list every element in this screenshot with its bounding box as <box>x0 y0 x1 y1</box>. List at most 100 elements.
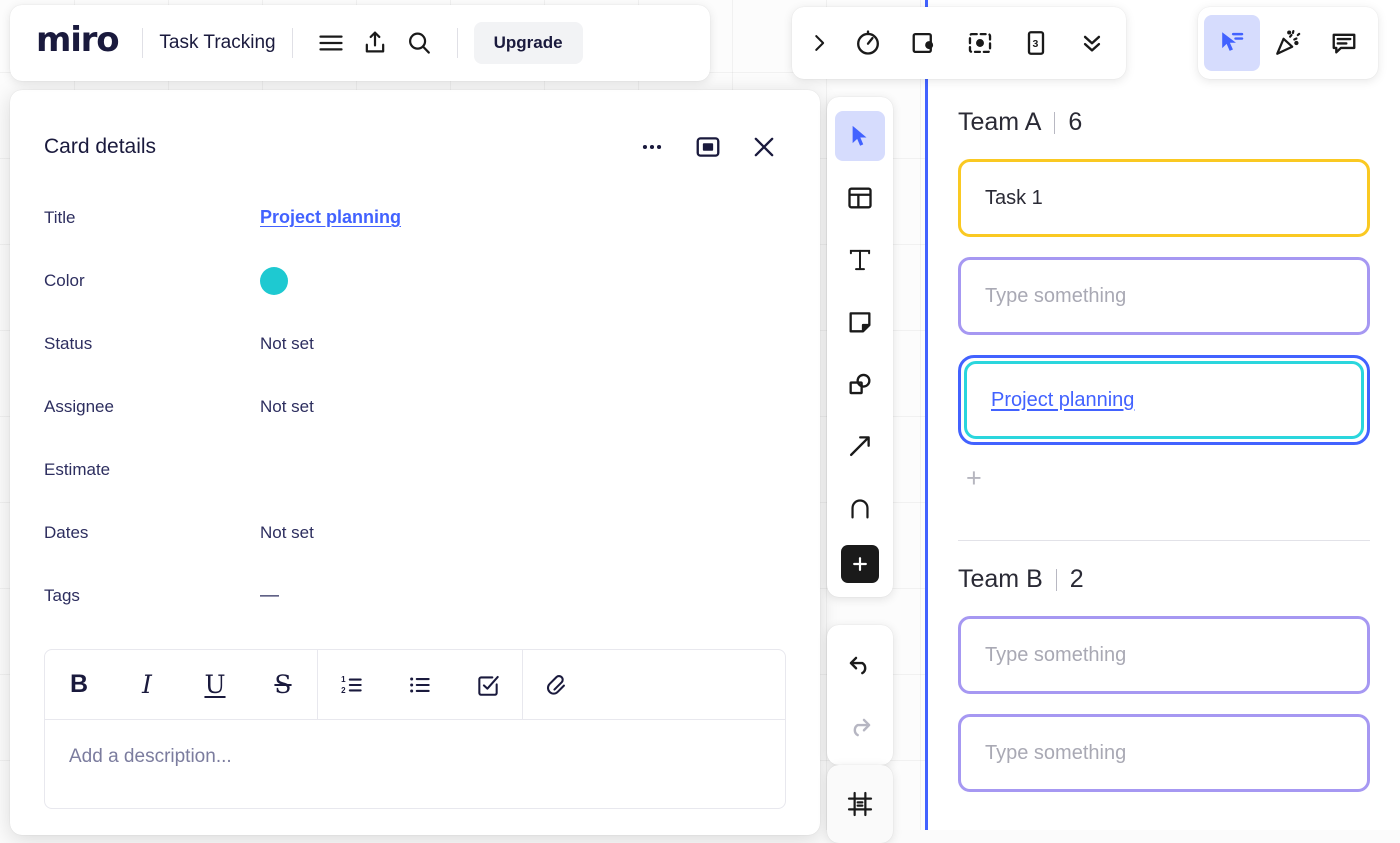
field-value-tags[interactable]: — <box>260 585 279 607</box>
history-toolbar <box>827 625 893 765</box>
spotlight-focus-icon[interactable] <box>952 15 1008 71</box>
group-card-list: Task 1 Type something Project planning + <box>958 159 1370 498</box>
bullet-list-icon[interactable] <box>386 650 454 720</box>
group-title-separator <box>1054 112 1055 134</box>
card-details-panel: Card details TitleProject planning Color S… <box>10 90 820 835</box>
group-divider <box>958 540 1370 541</box>
svg-text:1: 1 <box>341 675 346 684</box>
undo-arrow-icon[interactable] <box>835 639 885 689</box>
search-icon[interactable] <box>397 21 441 65</box>
link-icon[interactable] <box>523 650 591 720</box>
templates-icon[interactable] <box>835 173 885 223</box>
field-row-tags: Tags— <box>44 564 786 627</box>
board-group-2: Team B 2 Type something Type something <box>958 540 1370 812</box>
board-card-text: Project planning <box>991 389 1134 412</box>
hamburger-menu-icon[interactable] <box>309 21 353 65</box>
collaboration-toolbar-left: 3 <box>792 7 1126 79</box>
checklist-icon[interactable] <box>454 650 522 720</box>
group-card-list: Type something Type something <box>958 616 1370 792</box>
card-counter-label: 3 <box>1033 38 1039 50</box>
timer-icon[interactable] <box>840 15 896 71</box>
field-label-estimate: Estimate <box>44 460 260 480</box>
format-toolbar: B I U S 1 2 <box>45 650 785 720</box>
group-name: Team B <box>958 565 1043 594</box>
shapes-icon[interactable] <box>835 359 885 409</box>
numbered-list-icon[interactable]: 1 2 <box>318 650 386 720</box>
close-x-icon[interactable] <box>742 125 786 169</box>
voting-icon[interactable] <box>896 15 952 71</box>
board-card-text: Type something <box>985 742 1126 765</box>
board-card[interactable]: Task 1 <box>958 159 1370 237</box>
header-divider-1 <box>142 28 143 58</box>
celebrate-party-icon[interactable] <box>1260 15 1316 71</box>
redo-arrow-icon[interactable] <box>835 701 885 751</box>
board-frame-content: Team A6 Task 1 Type something Project plann… <box>928 0 1400 830</box>
board-card[interactable]: Type something <box>958 714 1370 792</box>
share-upload-icon[interactable] <box>353 21 397 65</box>
italic-icon[interactable]: I <box>113 650 181 720</box>
creation-toolbar <box>827 97 893 597</box>
group-title-separator <box>1056 569 1057 591</box>
pen-draw-icon[interactable] <box>835 483 885 533</box>
expand-panel-icon[interactable] <box>686 125 730 169</box>
board-card[interactable]: Type something <box>958 616 1370 694</box>
chevron-right-icon[interactable] <box>798 15 840 71</box>
field-value-status[interactable]: Not set <box>260 334 314 354</box>
selection-outline: Project planning <box>958 355 1370 445</box>
ellipsis-icon[interactable] <box>630 125 674 169</box>
board-card[interactable]: Project planning <box>964 361 1364 439</box>
collaboration-toolbar-right <box>1198 7 1378 79</box>
field-label-tags: Tags <box>44 586 260 606</box>
cursor-share-icon[interactable] <box>1204 15 1260 71</box>
text-icon[interactable] <box>835 235 885 285</box>
board-title[interactable]: Task Tracking <box>159 32 275 54</box>
card-title-link[interactable]: Project planning <box>260 207 401 228</box>
field-label-color: Color <box>44 271 260 291</box>
field-label-title: Title <box>44 208 260 228</box>
field-label-assignee: Assignee <box>44 397 260 417</box>
board-card-text: Type something <box>985 644 1126 667</box>
cursor-select-icon[interactable] <box>835 111 885 161</box>
description-editor: B I U S 1 2 <box>44 649 786 809</box>
field-label-dates: Dates <box>44 523 260 543</box>
group-name: Team A <box>958 108 1041 137</box>
board-card-text: Task 1 <box>985 187 1043 210</box>
card-details-header: Card details <box>10 90 820 174</box>
card-details-title: Card details <box>44 135 618 159</box>
frame-icon[interactable] <box>835 779 885 829</box>
board-header-bar: miro Task Tracking Upgrade <box>10 5 710 81</box>
comments-icon[interactable] <box>1316 15 1372 71</box>
strikethrough-icon[interactable]: S <box>249 650 317 720</box>
field-row-assignee: AssigneeNot set <box>44 375 786 438</box>
header-divider-3 <box>457 28 458 58</box>
more-apps-plus-icon[interactable] <box>841 545 879 583</box>
board-card-text: Type something <box>985 285 1126 308</box>
field-row-estimate: Estimate <box>44 438 786 501</box>
field-row-dates: DatesNot set <box>44 501 786 564</box>
board-card[interactable]: Type something <box>958 257 1370 335</box>
miro-logo[interactable]: miro <box>28 23 126 63</box>
board-group-1: Team A6 Task 1 Type something Project plann… <box>958 108 1370 498</box>
underline-icon[interactable]: U <box>181 650 249 720</box>
group-title-2: Team B 2 <box>958 565 1370 594</box>
arrow-connector-icon[interactable] <box>835 421 885 471</box>
add-card-button[interactable]: + <box>958 459 1370 498</box>
field-row-title: TitleProject planning <box>44 186 786 249</box>
frames-toolbar <box>827 765 893 843</box>
field-value-assignee[interactable]: Not set <box>260 397 314 417</box>
field-value-dates[interactable]: Not set <box>260 523 314 543</box>
description-input[interactable]: Add a description... <box>45 720 785 808</box>
group-count: 2 <box>1070 565 1084 594</box>
sticky-note-icon[interactable] <box>835 297 885 347</box>
field-label-status: Status <box>44 334 260 354</box>
chevron-double-down-icon[interactable] <box>1064 15 1120 71</box>
card-counter-icon[interactable]: 3 <box>1008 15 1064 71</box>
upgrade-button[interactable]: Upgrade <box>474 22 583 64</box>
svg-text:2: 2 <box>341 685 346 694</box>
card-field-list: TitleProject planningColorStatusNot setA… <box>10 174 820 627</box>
bold-icon[interactable]: B <box>45 650 113 720</box>
field-row-status: StatusNot set <box>44 312 786 375</box>
description-placeholder: Add a description... <box>69 746 232 767</box>
group-title-1: Team A6 <box>958 108 1370 137</box>
card-color-swatch[interactable] <box>260 267 288 295</box>
